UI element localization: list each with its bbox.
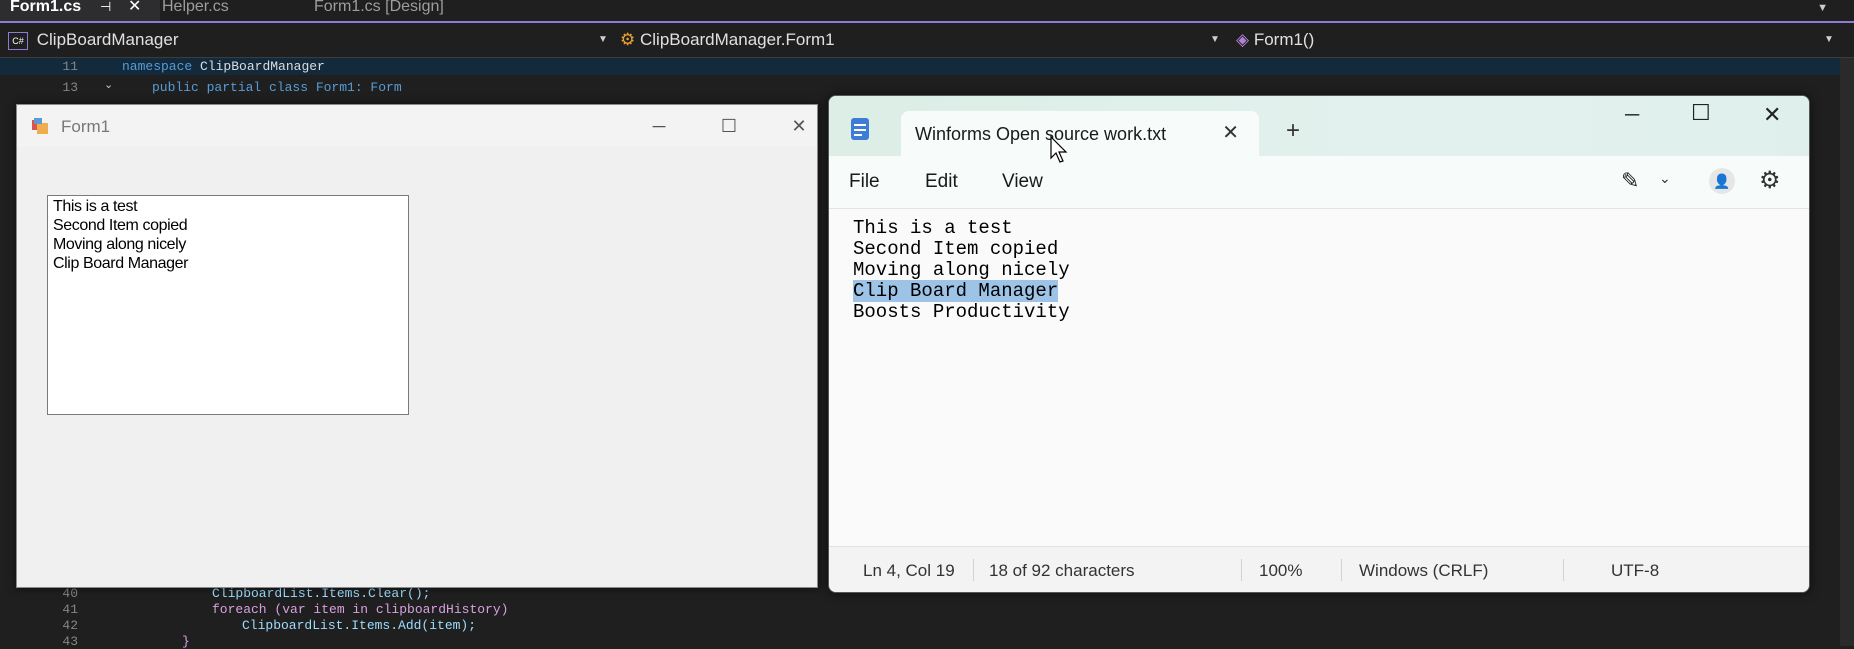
close-button[interactable]: ✕ [1763,102,1781,128]
chevron-down-icon: ▼ [1210,34,1220,45]
text-line: Second Item copied [853,238,1059,260]
notepad-title-bar[interactable]: Winforms Open source work.txt ✕ + ─ ☐ ✕ [829,96,1809,157]
menu-bar: File Edit View ✎ ⌄ 👤 ⚙ [829,156,1809,209]
cursor-position: Ln 4, Col 19 [863,561,955,580]
pin-icon[interactable]: ⊣ [100,0,111,13]
text-line: Boosts Productivity [853,301,1070,323]
text-editor[interactable]: This is a test Second Item copied Moving… [829,209,1809,541]
list-item[interactable]: Second Item copied [53,217,188,235]
tab-label: Helper.cs [162,0,229,15]
menu-file[interactable]: File [849,171,880,193]
navigation-bar: C# ClipBoardManager ▼ ⚙ ClipBoardManager… [0,23,1854,58]
class-name: ClipBoardManager.Form1 [639,30,835,49]
maximize-button[interactable]: ☐ [699,105,759,147]
chevron-down-icon[interactable]: ⌄ [1659,170,1671,187]
member-icon: ◈ [1236,30,1250,49]
close-button[interactable]: ✕ [769,105,829,147]
code-line: foreach (var item in clipboardHistory) [212,602,509,617]
line-number: 11 [62,59,78,74]
line-number: 40 [62,586,78,601]
list-item[interactable]: Clip Board Manager [53,255,189,273]
app-icon [31,117,49,135]
member-name: Form1() [1253,30,1315,49]
clipboard-listbox[interactable]: This is a test Second Item copied Moving… [47,195,409,415]
text-line: This is a test [853,217,1013,239]
code-line: ClipboardList.Items.Add(item); [242,618,477,633]
tab-form1-design[interactable]: Form1.cs [Design] [304,0,530,21]
chevron-down-icon: ▼ [598,34,608,45]
tab-helper-cs[interactable]: Helper.cs [152,0,312,21]
class-dropdown[interactable]: ⚙ ClipBoardManager.Form1 ▼ [620,27,1220,53]
collapse-chevron-icon[interactable]: ⌄ [104,78,113,91]
list-item[interactable]: Moving along nicely [53,236,186,254]
settings-gear-icon[interactable]: ⚙ [1759,166,1781,195]
chevron-down-icon: ▼ [1824,34,1834,45]
notepad-icon [851,118,869,140]
code-line: namespace ClipBoardManager [122,59,325,74]
divider [1341,559,1342,581]
close-tab-icon[interactable]: ✕ [1222,120,1239,145]
code-line: } [182,634,190,649]
mouse-pointer-icon [1050,135,1070,169]
tab-overflow-icon[interactable]: ▼ [1817,2,1828,14]
code-line: ClipboardList.Items.Clear(); [212,586,431,601]
menu-view[interactable]: View [1002,171,1043,193]
text-line: Moving along nicely [853,259,1070,281]
class-icon: ⚙ [620,30,636,49]
text-selection: Clip Board Manager [853,280,1059,302]
vertical-scrollbar[interactable] [1840,58,1854,646]
form1-window: Form1 ─ ☐ ✕ This is a test Second Item c… [16,104,818,588]
project-name: ClipBoardManager [36,30,179,49]
menu-edit[interactable]: Edit [925,171,958,193]
selection-count: 18 of 92 characters [989,561,1135,580]
tab-label: Form1.cs [Design] [314,0,444,15]
line-ending[interactable]: Windows (CRLF) [1359,561,1488,581]
divider [973,559,974,581]
document-tab[interactable]: Winforms Open source work.txt ✕ [901,111,1259,157]
document-tab-title: Winforms Open source work.txt [915,124,1167,144]
tab-form1-cs[interactable]: Form1.cs ⊣ ✕ [0,0,160,21]
encoding[interactable]: UTF-8 [1611,561,1659,581]
minimize-button[interactable]: ─ [629,105,689,147]
list-item[interactable]: This is a test [53,198,138,216]
line-number: 43 [62,634,78,649]
csharp-project-icon: C# [8,31,28,50]
account-icon[interactable]: 👤 [1709,168,1735,194]
line-number: 41 [62,602,78,617]
line-number: 13 [62,80,78,95]
editor-tab-strip: Form1.cs ⊣ ✕ Helper.cs Form1.cs [Design]… [0,0,1854,23]
new-tab-button[interactable]: + [1286,117,1300,145]
notepad-window: Winforms Open source work.txt ✕ + ─ ☐ ✕ … [828,95,1810,593]
maximize-button[interactable]: ☐ [1691,100,1711,126]
member-dropdown[interactable]: ◈ Form1() ▼ [1236,27,1836,53]
form1-title-bar[interactable]: Form1 ─ ☐ ✕ [17,105,817,147]
line-number: 42 [62,618,78,633]
divider [1241,559,1242,581]
namespace-text: ClipBoardManager [200,59,325,74]
form1-title: Form1 [61,117,111,136]
text-line-selected: Clip Board Manager [853,280,1059,302]
tab-label: Form1.cs [10,0,82,15]
divider [1563,559,1564,581]
project-dropdown[interactable]: C# ClipBoardManager ▼ [8,27,608,53]
status-bar: Ln 4, Col 19 18 of 92 characters 100% Wi… [829,546,1809,592]
close-icon[interactable]: ✕ [128,0,141,15]
copilot-rewrite-icon[interactable]: ✎ [1621,168,1639,194]
zoom-level[interactable]: 100% [1259,561,1302,581]
minimize-button[interactable]: ─ [1625,104,1639,127]
code-line: public partial class Form1: Form [152,80,402,95]
